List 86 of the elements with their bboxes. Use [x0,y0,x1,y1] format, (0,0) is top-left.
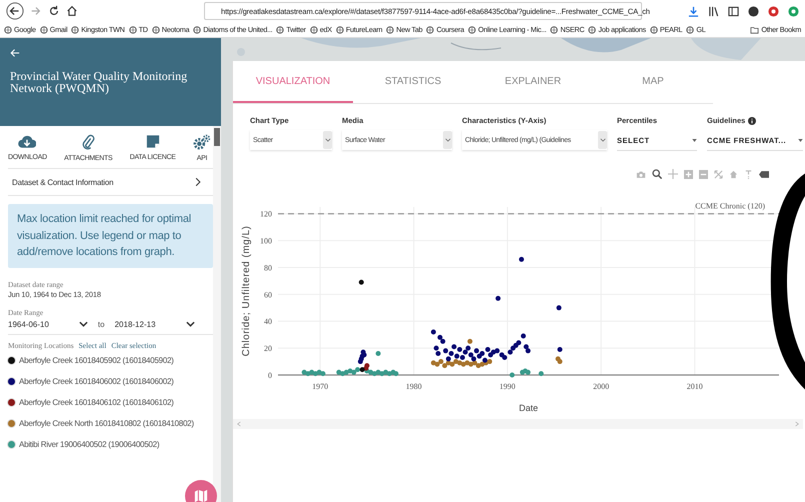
data-point [376,351,381,356]
bookmark-icon [128,26,137,34]
gears-icon [192,134,211,150]
legend-dot[interactable] [8,356,15,364]
bookmark-icon [426,26,434,34]
legend-dot[interactable] [8,398,15,406]
cloud-download-icon [18,134,36,149]
bookmark-icon [310,26,318,34]
back-arrow-icon[interactable] [10,48,20,58]
x-tick-label: 1970 [312,382,328,391]
sidebar-icon[interactable] [728,6,739,16]
download-icon[interactable] [688,6,699,16]
chevron-down-icon [600,138,606,142]
chevron-down-icon [444,138,450,142]
zoom-icon[interactable] [652,169,662,179]
bookmark-icon [4,26,12,34]
data-point [496,296,501,301]
tab[interactable]: STATISTICS [353,61,473,103]
bookmark-icon [386,26,394,34]
data-point [510,372,515,378]
paperclip-icon [81,134,96,150]
date-select[interactable]: 2018-12-13 [114,320,195,328]
chevron-down-icon [78,321,88,327]
scrollbar[interactable] [213,126,221,502]
data-point [467,338,472,344]
data-point [557,346,562,352]
y-tick-label: 0 [268,371,272,380]
y-tick-label: 60 [264,290,272,300]
date-select[interactable]: 1964-06-10 [8,320,88,328]
extension-icon[interactable] [748,6,759,16]
info-icon[interactable] [748,116,756,124]
guideline-label: CCME Chronic (120) [695,202,765,211]
folder-icon [750,26,760,34]
chevron-right-icon [195,177,201,187]
forward-icon[interactable] [30,5,42,17]
data-point [518,256,524,262]
x-tick-label: 2000 [593,382,610,391]
y-tick-label: 80 [264,263,272,272]
bookmark-icon [276,26,284,34]
y-tick-label: 20 [264,344,272,354]
caret-icon [692,138,697,142]
y-axis-title: Chloride; Unfiltered (mg/L) [241,226,252,356]
data-point [430,330,436,334]
y-tick-label: 40 [264,317,272,326]
bookmark-icon [468,26,476,34]
tag-icon[interactable] [759,170,769,178]
bookmark-icon [650,26,658,34]
location-name[interactable]: Aberfoyle Creek 16018406002 (16018406002) [19,376,174,386]
bookmark-icon [336,26,344,34]
tab[interactable]: MAP [593,61,713,103]
tab[interactable]: EXPLAINER [473,61,593,103]
bookmark-icon [193,26,202,34]
document-icon [146,134,160,149]
bookmark-icon [71,26,80,34]
bookmark-icon [40,26,48,34]
reload-icon[interactable] [48,5,60,17]
location-name[interactable]: Aberfoyle Creek North 16018410802 (16018410802) [19,418,194,428]
legend-dot[interactable] [8,440,15,448]
bookmark-icon [686,26,694,34]
alert-message: Max location limit reached for optimal visualization. Use legend or map to add/remove locations from graph. [8,204,213,268]
legend-dot[interactable] [8,378,15,384]
y-tick-label: 100 [260,236,272,246]
data-point [538,371,544,376]
legend-dot[interactable] [8,420,15,426]
map-icon [194,489,208,502]
location-name[interactable]: Aberfoyle Creek 16018406102 (16018406102) [19,398,174,406]
x-tick-label: 1990 [499,382,516,391]
y-tick-label: 120 [260,210,272,219]
home-icon[interactable] [66,5,78,17]
caret-icon [798,138,803,142]
x-tick-label: 2010 [686,382,703,391]
chevron-down-icon [186,321,195,327]
location-name[interactable]: Aberfoyle Creek 16018405902 (16018405902) [19,356,174,364]
data-point [358,280,364,285]
back-icon[interactable] [6,2,24,20]
bookmark-icon [588,26,596,34]
bookmark-icon [550,26,558,34]
dataset-title: Provincial Water Quality Monitoring Network (PWQMN) [10,70,188,94]
to-label: to [98,320,105,328]
library-icon[interactable] [708,6,719,16]
x-axis-title: Date [519,403,538,413]
x-tick-label: 1980 [406,382,422,391]
location-name[interactable]: Abitibi River 19006400502 (19006400502) [19,440,160,448]
chevron-down-icon [324,138,330,142]
bookmark-icon [152,26,160,34]
data-point [556,305,562,310]
